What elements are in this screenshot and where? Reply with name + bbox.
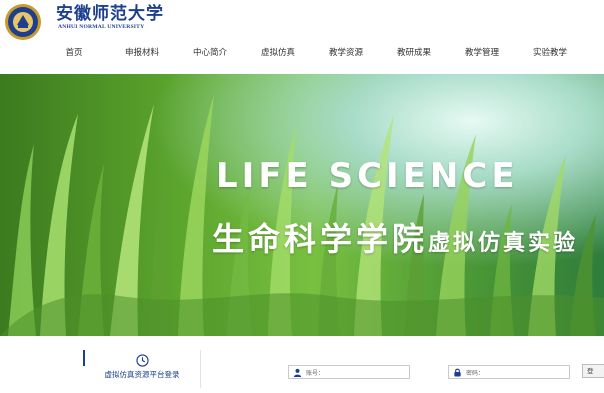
login-button[interactable]: 登 — [582, 364, 604, 378]
user-icon — [293, 368, 302, 377]
username-field[interactable]: 账号： — [288, 365, 410, 379]
main-nav: 首页 申报材料 中心简介 虚拟仿真 教学资源 教研成果 教学管理 实验教学 — [40, 46, 584, 58]
username-label: 账号： — [306, 369, 325, 377]
login-bar: 虚拟仿真资源平台登录 账号： 密码： 登 — [0, 336, 604, 393]
university-logo[interactable]: 安徽师范大学 ANHUI NORMAL UNIVERSITY — [56, 4, 164, 30]
banner-headline-cn: 生命科学学院虚拟仿真实验 — [212, 214, 578, 260]
hero-banner: LIFE SCIENCE 生命科学学院虚拟仿真实验 — [0, 74, 604, 336]
password-field[interactable]: 密码： — [448, 365, 570, 379]
nav-item-home[interactable]: 首页 — [40, 46, 108, 58]
platform-login-label: 虚拟仿真资源平台登录 — [104, 370, 180, 379]
accent-bar — [83, 350, 85, 366]
grass-illustration — [0, 94, 604, 336]
nav-item-center-intro[interactable]: 中心简介 — [176, 46, 244, 58]
divider — [200, 350, 201, 388]
site-header: 安徽师范大学 ANHUI NORMAL UNIVERSITY 首页 申报材料 中… — [0, 0, 604, 74]
nav-item-virtual-simulation[interactable]: 虚拟仿真 — [244, 46, 312, 58]
nav-item-research-results[interactable]: 教研成果 — [380, 46, 448, 58]
banner-headline-cn-main: 生命科学学院 — [212, 220, 429, 258]
banner-headline-en: LIFE SCIENCE — [216, 156, 519, 196]
lock-icon — [454, 368, 461, 377]
banner-headline-cn-suffix: 虚拟仿真实验 — [428, 231, 579, 256]
nav-item-teaching-resources[interactable]: 教学资源 — [312, 46, 380, 58]
clock-icon — [135, 354, 149, 367]
platform-login-link[interactable]: 虚拟仿真资源平台登录 — [100, 354, 184, 380]
nav-item-experiment-teaching[interactable]: 实验教学 — [516, 46, 584, 58]
logo-name-en: ANHUI NORMAL UNIVERSITY — [58, 24, 145, 30]
logo-name-cn: 安徽师范大学 — [56, 4, 164, 24]
nav-item-application-materials[interactable]: 申报材料 — [108, 46, 176, 58]
university-emblem-icon[interactable] — [4, 3, 52, 41]
password-label: 密码： — [466, 369, 485, 377]
nav-item-teaching-management[interactable]: 教学管理 — [448, 46, 516, 58]
